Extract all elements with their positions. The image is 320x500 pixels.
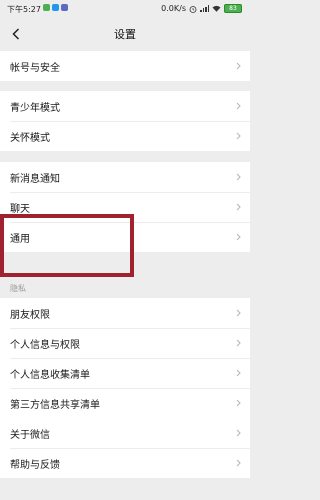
- settings-item-label: 关于微信: [10, 429, 50, 441]
- settings-item-help-feedback[interactable]: 帮助与反馈: [0, 448, 250, 478]
- chevron-right-icon: [236, 132, 241, 140]
- status-right: 0.0K/s 83: [161, 4, 242, 13]
- signal-icon: [200, 5, 209, 12]
- chevron-right-icon: [236, 459, 241, 467]
- settings-item-notifications[interactable]: 新消息通知: [0, 162, 250, 192]
- settings-group-general: 新消息通知 聊天 通用: [0, 162, 250, 252]
- settings-item-label: 通用: [10, 233, 30, 245]
- settings-item-teen-mode[interactable]: 青少年模式: [0, 91, 250, 121]
- chevron-right-icon: [236, 339, 241, 347]
- battery-indicator: 83: [224, 4, 242, 13]
- settings-item-general[interactable]: 通用: [0, 222, 250, 252]
- settings-item-label: 聊天: [10, 203, 30, 215]
- settings-item-chat[interactable]: 聊天: [0, 192, 250, 222]
- settings-item-friend-permissions[interactable]: 朋友权限: [0, 298, 250, 328]
- settings-item-label: 朋友权限: [10, 309, 50, 321]
- settings-item-label: 新消息通知: [10, 173, 60, 185]
- chevron-right-icon: [236, 309, 241, 317]
- settings-item-care-mode[interactable]: 关怀模式: [0, 121, 250, 151]
- settings-item-about-wechat[interactable]: 关于微信: [0, 418, 250, 448]
- chevron-right-icon: [236, 62, 241, 70]
- wechat-notification-icon: [43, 4, 50, 11]
- chevron-right-icon: [236, 173, 241, 181]
- page-title: 设置: [114, 28, 136, 41]
- settings-item-third-party-sharing[interactable]: 第三方信息共享清单: [0, 388, 250, 418]
- settings-item-personal-info-list[interactable]: 个人信息收集清单: [0, 358, 250, 388]
- status-bar: 下午5:27 0.0K/s 83: [0, 0, 250, 18]
- settings-group-modes: 青少年模式 关怀模式: [0, 91, 250, 151]
- settings-item-label: 个人信息收集清单: [10, 369, 90, 381]
- settings-item-label: 青少年模式: [10, 102, 60, 114]
- alarm-icon: [189, 5, 197, 13]
- header: 设置: [0, 18, 250, 50]
- chevron-right-icon: [236, 429, 241, 437]
- network-speed: 0.0K/s: [161, 4, 186, 13]
- chevron-right-icon: [236, 399, 241, 407]
- wifi-icon: [212, 5, 221, 12]
- settings-group-privacy: 朋友权限 个人信息与权限 个人信息收集清单 第三方信息共享清单: [0, 298, 250, 418]
- settings-group-about: 关于微信 帮助与反馈: [0, 418, 250, 478]
- app-notification-icon: [61, 4, 68, 11]
- settings-item-label: 帐号与安全: [10, 62, 60, 74]
- settings-item-account-security[interactable]: 帐号与安全: [0, 51, 250, 81]
- chevron-right-icon: [236, 233, 241, 241]
- settings-item-label: 个人信息与权限: [10, 339, 80, 351]
- app-notification-icon: [52, 4, 59, 11]
- settings-group-account: 帐号与安全: [0, 51, 250, 81]
- settings-item-label: 第三方信息共享清单: [10, 399, 100, 411]
- settings-item-label: 帮助与反馈: [10, 459, 60, 471]
- settings-item-personal-info-permissions[interactable]: 个人信息与权限: [0, 328, 250, 358]
- chevron-right-icon: [236, 203, 241, 211]
- chevron-right-icon: [236, 369, 241, 377]
- settings-item-label: 关怀模式: [10, 132, 50, 144]
- notification-icons: [43, 4, 68, 11]
- status-time: 下午5:27: [7, 5, 41, 14]
- chevron-right-icon: [236, 102, 241, 110]
- section-label-privacy: 隐私: [10, 284, 26, 293]
